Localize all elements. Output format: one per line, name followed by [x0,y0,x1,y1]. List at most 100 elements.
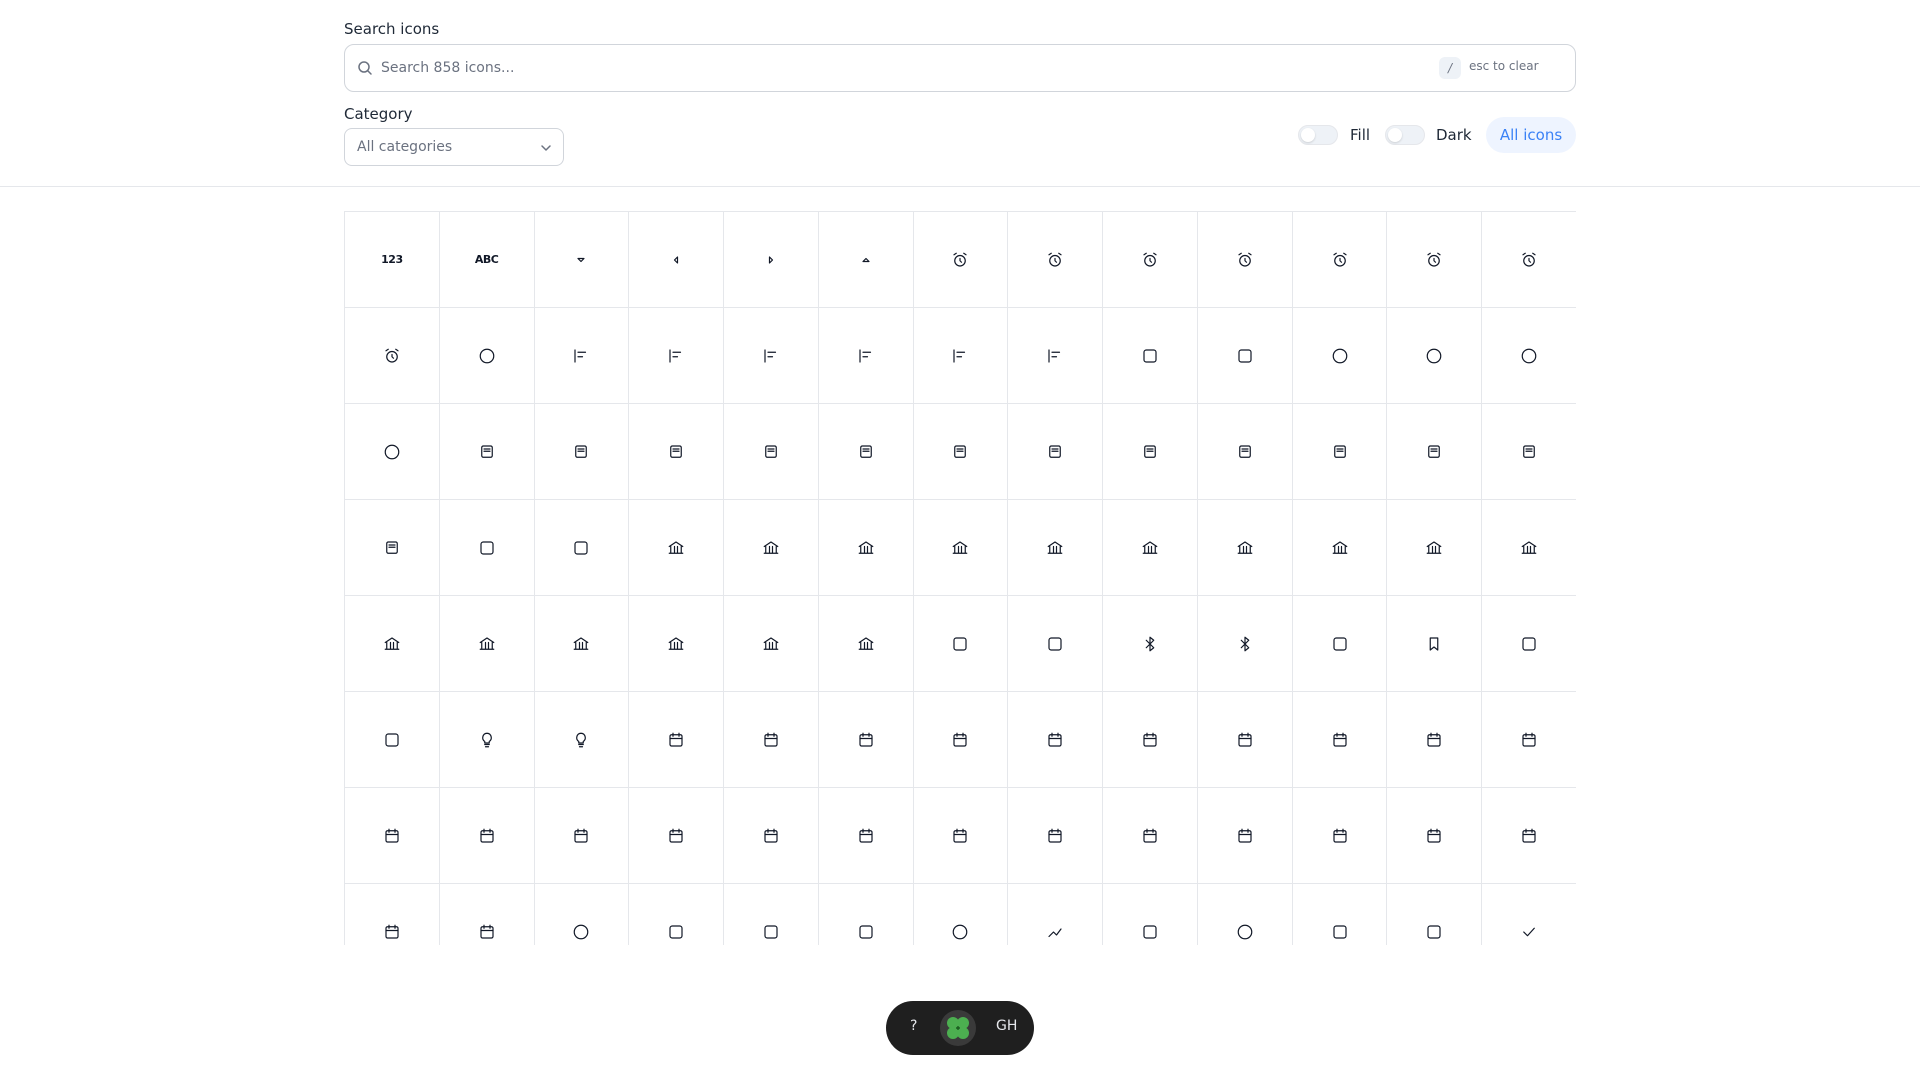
icon-cell[interactable] [1103,788,1198,884]
help-button[interactable]: ? [910,1018,917,1034]
icon-cell[interactable] [345,788,440,884]
icon-cell[interactable] [1197,788,1293,884]
icon-cell[interactable] [1197,596,1293,692]
icon-cell[interactable] [1482,404,1576,500]
icon-cell[interactable] [1103,596,1198,692]
icon-cell[interactable] [818,596,914,692]
icon-cell[interactable] [724,500,819,596]
icon-cell[interactable] [1292,308,1388,404]
icon-cell[interactable] [724,596,819,692]
icon-cell[interactable] [724,692,819,788]
icon-cell[interactable] [629,788,725,884]
clover-logo-button[interactable] [940,1010,976,1046]
icon-cell[interactable] [1387,692,1483,788]
icon-cell[interactable] [1103,212,1198,308]
icon-cell[interactable] [913,308,1009,404]
icon-cell[interactable] [1292,788,1388,884]
icon-cell[interactable] [535,884,630,945]
icon-cell[interactable] [1482,500,1576,596]
icon-cell[interactable] [1008,404,1104,500]
search-input[interactable] [381,45,1381,91]
icon-cell[interactable] [913,212,1009,308]
icon-cell[interactable] [724,308,819,404]
icon-cell[interactable] [345,596,440,692]
icon-cell[interactable] [1387,500,1483,596]
icon-cell[interactable] [534,500,630,596]
icon-cell[interactable] [1482,692,1576,788]
github-button[interactable]: GH [996,1018,1017,1034]
icon-cell[interactable] [439,404,535,500]
icon-cell[interactable] [1482,596,1576,692]
icon-cell[interactable] [1387,404,1483,500]
icon-cell[interactable] [439,308,535,404]
icon-cell[interactable] [913,500,1009,596]
icon-cell[interactable] [534,596,630,692]
icon-cell[interactable]: 123 [345,212,440,308]
icon-cell[interactable] [1103,308,1198,404]
icon-cell[interactable] [629,212,725,308]
icon-cell[interactable] [1482,308,1576,404]
all-icons-button[interactable]: All icons [1486,117,1576,153]
icon-cell[interactable] [1008,596,1104,692]
icon-cell[interactable] [913,692,1009,788]
icon-cell[interactable] [1482,788,1576,884]
icon-cell[interactable] [439,692,535,788]
icon-cell[interactable] [914,884,1009,945]
icon-cell[interactable] [1008,884,1104,945]
icon-cell[interactable] [1387,212,1483,308]
icon-cell[interactable] [1008,692,1104,788]
icon-cell[interactable] [534,308,630,404]
icon-cell[interactable] [629,884,725,945]
category-select[interactable]: All categories [344,128,564,166]
icon-cell[interactable] [534,212,630,308]
icon-cell[interactable] [818,404,914,500]
icon-cell[interactable] [1198,884,1293,945]
icon-cell[interactable] [1197,308,1293,404]
icon-cell[interactable] [818,500,914,596]
icon-cell[interactable] [1103,692,1198,788]
icon-cell[interactable] [1387,788,1483,884]
icon-cell[interactable] [1008,788,1104,884]
icon-cell[interactable] [818,692,914,788]
icon-cell[interactable] [819,884,914,945]
icon-cell[interactable] [345,692,440,788]
icon-cell[interactable] [1197,692,1293,788]
icon-cell[interactable] [1292,500,1388,596]
icon-cell[interactable] [818,308,914,404]
icon-cell[interactable] [345,884,440,945]
icon-cell[interactable] [818,788,914,884]
icon-cell[interactable] [1292,596,1388,692]
icon-cell[interactable] [1482,884,1576,945]
icon-cell[interactable] [1292,692,1388,788]
icon-cell[interactable] [724,404,819,500]
icon-cell[interactable] [724,212,819,308]
icon-cell[interactable] [913,404,1009,500]
icon-cell[interactable] [724,788,819,884]
icon-cell[interactable] [345,308,440,404]
icon-cell[interactable] [1482,212,1576,308]
icon-cell[interactable] [629,500,725,596]
icon-cell[interactable] [1103,404,1198,500]
icon-cell[interactable] [1103,884,1198,945]
icon-cell[interactable] [1293,884,1388,945]
icon-cell[interactable] [534,692,630,788]
icon-cell[interactable] [1008,212,1104,308]
icon-cell[interactable] [1197,404,1293,500]
icon-cell[interactable] [1387,596,1483,692]
icon-cell[interactable]: ABC [439,212,535,308]
icon-cell[interactable] [439,596,535,692]
icon-cell[interactable] [1008,500,1104,596]
icon-cell[interactable] [439,500,535,596]
icon-cell[interactable] [1292,404,1388,500]
icon-cell[interactable] [1008,308,1104,404]
icon-cell[interactable] [534,404,630,500]
search-box[interactable]: / esc to clear [344,44,1576,92]
icon-cell[interactable] [439,788,535,884]
icon-cell[interactable] [1387,308,1483,404]
fill-toggle[interactable] [1298,125,1338,145]
icon-cell[interactable] [818,212,914,308]
icon-cell[interactable] [1197,212,1293,308]
icon-cell[interactable] [724,884,819,945]
icon-cell[interactable] [629,404,725,500]
icon-cell[interactable] [913,788,1009,884]
